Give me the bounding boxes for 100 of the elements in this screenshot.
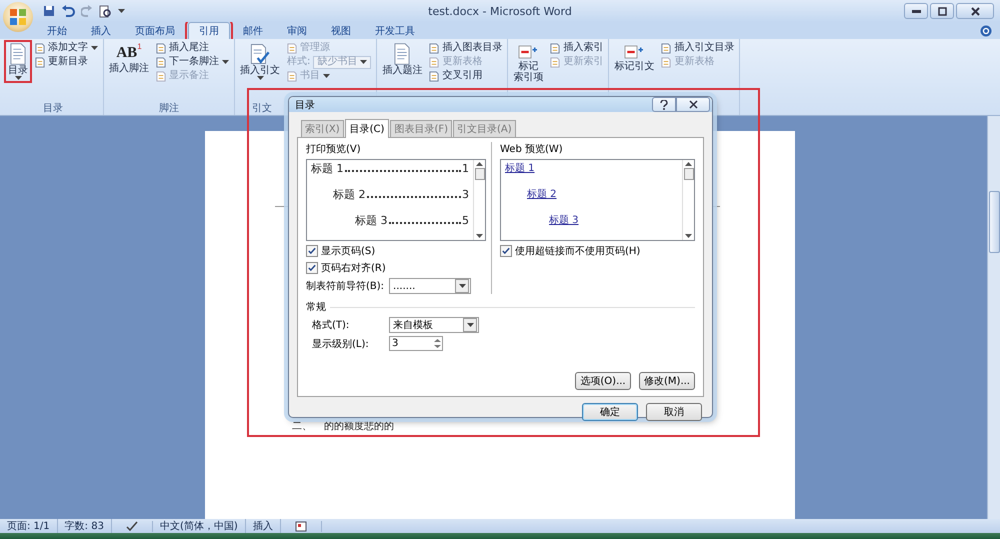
close-button[interactable] — [956, 3, 994, 19]
page-icon — [429, 70, 440, 82]
restore-button[interactable] — [930, 3, 954, 19]
vertical-scrollbar[interactable] — [987, 116, 1000, 519]
ribbon-large-button[interactable]: 标记 索引项 — [511, 42, 546, 84]
undo-icon[interactable] — [61, 5, 75, 17]
caret-icon — [323, 74, 330, 78]
footnote-icon: AB$^{1}$ — [116, 43, 142, 63]
document-icon — [393, 43, 412, 65]
window-title: test.docx - Microsoft Word — [428, 4, 572, 18]
ribbon-button[interactable]: 下一条脚注 — [154, 56, 231, 68]
page-icon — [550, 56, 560, 68]
ribbon-tab[interactable]: 引用 — [188, 22, 230, 39]
page-icon — [156, 70, 166, 82]
checkbox[interactable]: 页码右对齐(R) — [306, 261, 486, 275]
minimize-button[interactable] — [904, 3, 928, 19]
document-icon — [9, 43, 27, 65]
document-check-icon — [249, 43, 271, 65]
spinner-arrows-icon[interactable] — [433, 338, 442, 349]
list-marker: 二、 — [292, 420, 312, 433]
save-icon[interactable] — [43, 5, 55, 17]
customize-caret-icon — [118, 9, 125, 13]
ribbon-large-button[interactable]: 插入题注 — [380, 42, 424, 77]
web-preview-label: Web 预览(W) — [500, 143, 564, 156]
page-icon — [550, 42, 560, 54]
caret-icon — [14, 76, 22, 80]
caret-icon — [222, 60, 229, 64]
page-icon — [35, 42, 45, 54]
page-icon — [287, 70, 297, 82]
caret-icon — [256, 76, 264, 80]
caret-icon — [360, 60, 368, 64]
marker-icon — [517, 43, 540, 61]
toc-entry: 标题 2 — [333, 188, 366, 201]
ribbon-tab[interactable]: 邮件 — [232, 22, 274, 39]
page-icon — [35, 56, 45, 68]
scrollbar[interactable] — [473, 160, 485, 240]
checkbox[interactable]: 显示页码(S) — [306, 244, 486, 258]
ribbon-tab[interactable]: 审阅 — [276, 22, 318, 39]
scroll-thumb[interactable] — [684, 168, 694, 180]
toc-entry: 标题 3 — [355, 214, 388, 227]
ribbon-button[interactable]: 插入引文目录 — [659, 42, 736, 54]
heading-link[interactable]: 标题 2 — [527, 189, 557, 200]
dialog-tab[interactable]: 目录(C) — [344, 119, 390, 138]
scroll-up-icon[interactable] — [476, 162, 483, 166]
ribbon-large-button[interactable]: AB$^{1}$ 插入脚注 — [107, 42, 151, 75]
ribbon-tab[interactable]: 开始 — [36, 22, 78, 39]
heading-link[interactable]: 标题 3 — [549, 215, 579, 226]
ribbon-button[interactable]: 插入尾注 — [154, 42, 231, 54]
group-label: 引文 — [252, 103, 272, 114]
document-text: 的的额度悲的的 — [324, 420, 394, 433]
checkbox-box[interactable] — [500, 245, 512, 257]
toc-entry: 标题 1 — [311, 162, 344, 175]
ribbon-tab[interactable]: 页面布局 — [124, 22, 186, 39]
ribbon-large-button[interactable]: 插入引文 — [238, 42, 282, 81]
scroll-thumb[interactable] — [474, 168, 484, 180]
ribbon-tab[interactable]: 插入 — [80, 22, 122, 39]
page-icon — [661, 42, 672, 54]
tab-leader-dropdown[interactable]: ....... — [389, 278, 472, 294]
group-label: 脚注 — [159, 103, 179, 114]
help-icon[interactable] — [980, 24, 992, 36]
page-icon — [156, 56, 166, 68]
checkbox-box[interactable] — [306, 262, 318, 274]
ribbon-button[interactable]: 添加文字 — [33, 42, 100, 54]
caret-icon — [91, 46, 98, 50]
close-button[interactable] — [676, 97, 710, 112]
dialog-button[interactable]: 修改(M)... — [639, 372, 695, 390]
caret-icon — [458, 284, 466, 288]
dialog-button[interactable]: 确定 — [582, 403, 638, 421]
ribbon-button[interactable]: 更新目录 — [33, 56, 100, 68]
page-icon — [661, 56, 672, 68]
scroll-up-icon[interactable] — [685, 162, 692, 166]
dialog-button[interactable]: 取消 — [646, 403, 702, 421]
levels-spinner[interactable]: 3 — [389, 336, 443, 351]
ribbon-large-button[interactable]: 标记引文 — [612, 42, 656, 73]
ribbon-large-button[interactable]: 目录 — [6, 42, 30, 81]
scroll-down-icon[interactable] — [476, 234, 483, 238]
office-logo-icon — [9, 8, 27, 26]
restore-icon — [938, 6, 946, 16]
heading-link[interactable]: 标题 1 — [505, 163, 535, 174]
ribbon-tab[interactable]: 视图 — [320, 22, 362, 39]
ribbon-button[interactable]: 插入索引 — [548, 42, 606, 54]
group-label: 目录 — [43, 103, 63, 114]
page-number: 1 — [462, 162, 469, 175]
print-preview-label: 打印预览(V) — [306, 142, 362, 156]
help-button[interactable] — [652, 97, 676, 112]
checkbox[interactable]: 使用超链接而不使用页码(H) — [500, 244, 695, 258]
dialog-button[interactable]: 选项(O)... — [575, 372, 631, 390]
ribbon-button[interactable]: 交叉引用 — [427, 70, 504, 82]
close-icon — [970, 6, 980, 16]
dialog-title: 目录 — [295, 98, 315, 112]
print-preview-icon[interactable] — [99, 4, 112, 18]
page-icon — [156, 42, 166, 54]
scroll-down-icon[interactable] — [685, 234, 692, 238]
format-dropdown[interactable]: 来自模板 — [389, 317, 479, 333]
ribbon-button[interactable]: 插入图表目录 — [427, 42, 504, 54]
ribbon-tab[interactable]: 开发工具 — [364, 22, 426, 39]
checkbox-box[interactable] — [306, 245, 318, 257]
scrollbar[interactable] — [682, 160, 694, 240]
office-button[interactable] — [3, 2, 33, 32]
marker-icon — [623, 43, 646, 61]
